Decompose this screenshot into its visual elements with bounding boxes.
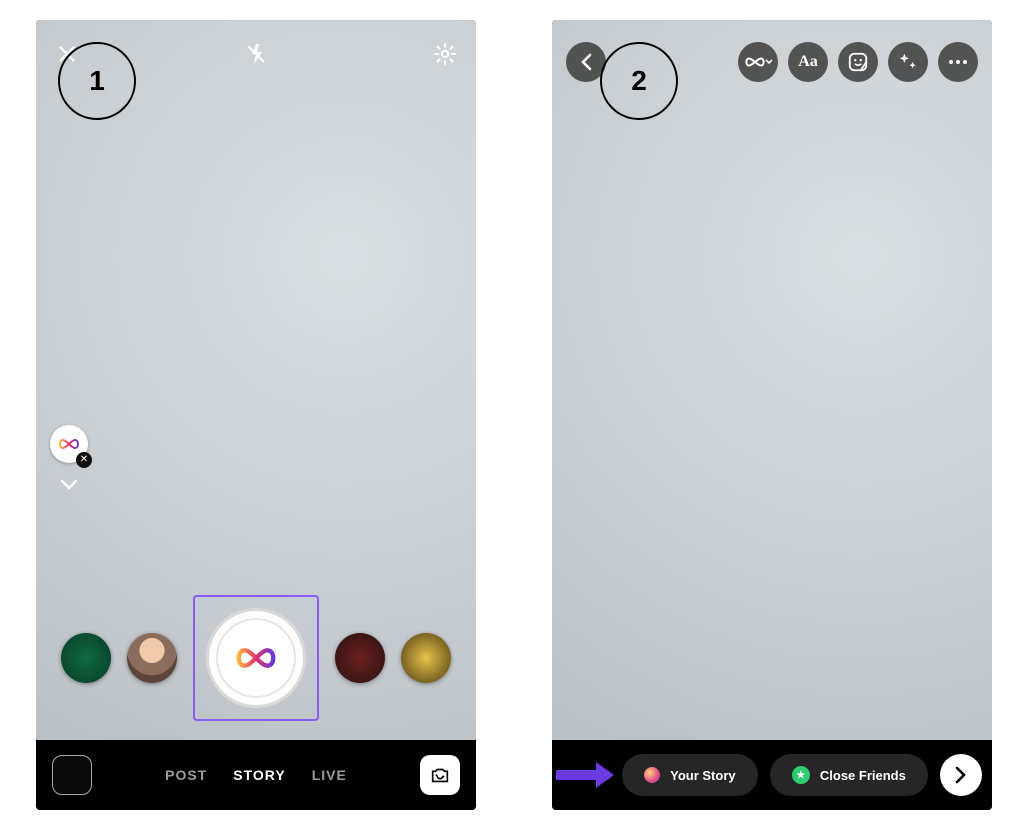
step-marker-1: 1 (58, 42, 136, 120)
story-ring-icon (644, 767, 660, 783)
mode-post[interactable]: POST (165, 767, 207, 783)
effect-thumb[interactable] (61, 633, 111, 683)
story-preview (552, 20, 992, 810)
editor-toolbar: Aa (738, 42, 978, 82)
sparkle-icon (897, 51, 919, 73)
infinity-icon (233, 645, 279, 671)
chevron-left-icon (579, 53, 593, 71)
chevron-right-icon (954, 766, 968, 784)
screen-story-editor: Aa Your Story ★ Close Frien (552, 20, 992, 810)
boomerang-tool[interactable] (738, 42, 778, 82)
close-friends-label: Close Friends (820, 768, 906, 783)
screen-camera: ✕ POST (36, 20, 476, 810)
effects-carousel[interactable] (36, 598, 476, 718)
capture-highlight (193, 595, 319, 721)
mode-tabs: POST STORY LIVE (106, 767, 406, 783)
share-close-friends[interactable]: ★ Close Friends (770, 754, 928, 796)
camera-modebar: POST STORY LIVE (36, 740, 476, 810)
mode-live[interactable]: LIVE (312, 767, 347, 783)
remove-effect-icon[interactable]: ✕ (76, 452, 92, 468)
text-tool[interactable]: Aa (788, 42, 828, 82)
capture-button[interactable] (206, 608, 306, 708)
more-icon (948, 59, 968, 65)
effects-tool[interactable] (888, 42, 928, 82)
chevron-down-icon[interactable] (60, 478, 78, 496)
effect-thumb[interactable] (127, 633, 177, 683)
infinity-icon (743, 55, 767, 69)
effect-thumb[interactable] (335, 633, 385, 683)
sticker-icon (847, 51, 869, 73)
switch-camera-button[interactable] (420, 755, 460, 795)
infinity-icon (57, 437, 81, 451)
gallery-button[interactable] (52, 755, 92, 795)
share-your-story[interactable]: Your Story (622, 754, 758, 796)
text-icon: Aa (798, 53, 818, 71)
sticker-tool[interactable] (838, 42, 878, 82)
effect-thumb[interactable] (401, 633, 451, 683)
your-story-label: Your Story (670, 768, 736, 783)
more-tool[interactable] (938, 42, 978, 82)
pointer-arrow-icon (556, 758, 616, 792)
camera-swap-icon (429, 764, 451, 786)
step-marker-2: 2 (600, 42, 678, 120)
mode-story[interactable]: STORY (233, 767, 285, 783)
flash-off-icon[interactable] (241, 39, 271, 69)
chevron-down-icon (765, 58, 773, 66)
close-friends-icon: ★ (792, 766, 810, 784)
settings-gear-icon[interactable] (430, 39, 460, 69)
send-to-button[interactable] (940, 754, 982, 796)
share-bar: Your Story ★ Close Friends (552, 740, 992, 810)
